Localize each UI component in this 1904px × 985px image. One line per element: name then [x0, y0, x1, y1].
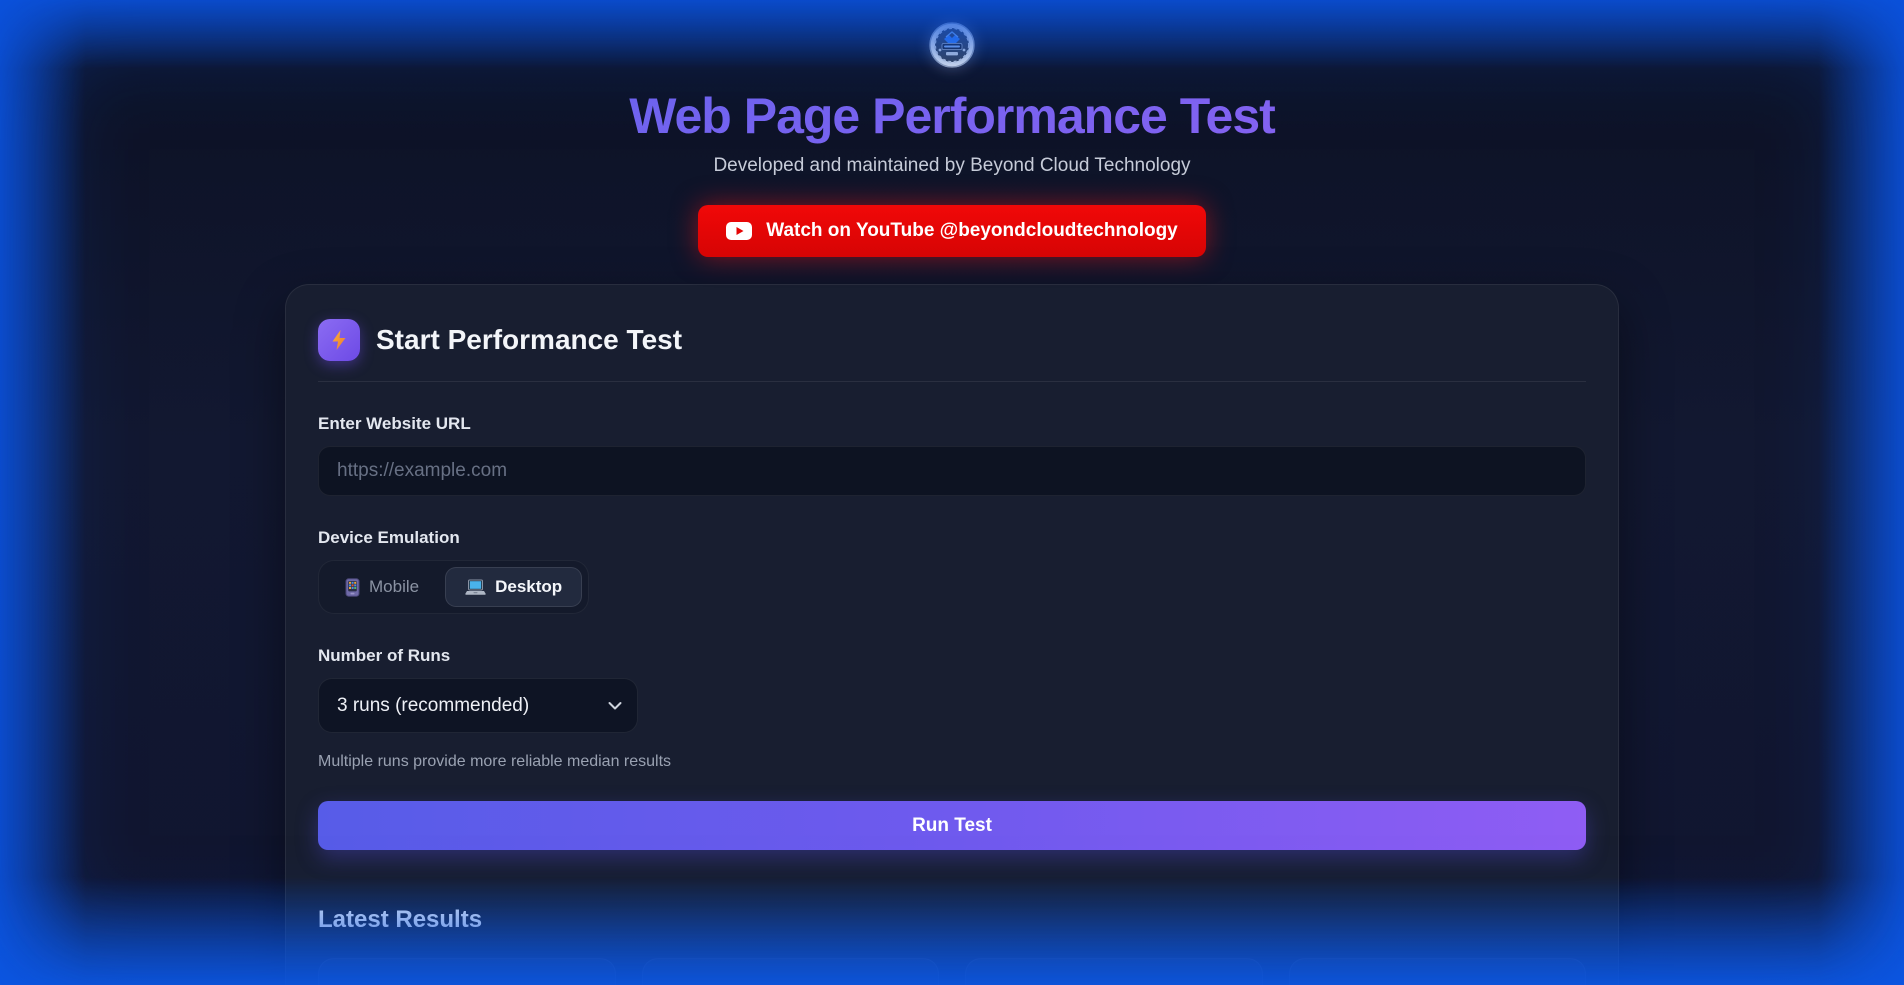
url-label: Enter Website URL — [318, 414, 1586, 434]
youtube-button[interactable]: Watch on YouTube @beyondcloudtechnology — [698, 205, 1206, 257]
metric-card: 2061 — [642, 958, 940, 985]
panel-header: Start Performance Test — [318, 319, 1586, 382]
runs-select-wrap: 3 runs (recommended) — [318, 678, 638, 733]
metric-card: 78 — [1289, 958, 1587, 985]
performance-test-panel: Start Performance Test Enter Website URL… — [285, 284, 1619, 985]
latest-results-heading: Latest Results — [318, 906, 1586, 934]
device-section: Device Emulation Mobile — [318, 528, 1586, 614]
runs-hint-text: Multiple runs provide more reliable medi… — [318, 753, 1586, 771]
youtube-button-row: Watch on YouTube @beyondcloudtechnology — [0, 205, 1904, 257]
url-section: Enter Website URL — [318, 414, 1586, 496]
panel-title: Start Performance Test — [376, 324, 682, 356]
device-option-desktop-label: Desktop — [495, 577, 562, 597]
site-header: Web Page Performance Test Developed and … — [0, 0, 1904, 177]
run-test-button[interactable]: Run Test — [318, 801, 1586, 850]
number-of-runs-label: Number of Runs — [318, 646, 1586, 666]
device-option-mobile[interactable]: Mobile — [325, 567, 439, 607]
metrics-grid: 84 2061 0.000 78 — [318, 958, 1586, 985]
beyond-cloud-logo-icon — [929, 22, 975, 68]
device-toggle-group: Mobile Desktop — [318, 560, 589, 614]
page-subtitle: Developed and maintained by Beyond Cloud… — [0, 155, 1904, 177]
metric-card: 84 — [318, 958, 616, 985]
website-url-input[interactable] — [318, 446, 1586, 496]
runs-select[interactable]: 3 runs (recommended) — [318, 678, 638, 733]
page-title: Web Page Performance Test — [0, 87, 1904, 145]
youtube-button-label: Watch on YouTube @beyondcloudtechnology — [766, 220, 1178, 242]
device-option-mobile-label: Mobile — [369, 577, 419, 597]
youtube-play-icon — [726, 222, 752, 240]
page-content: Web Page Performance Test Developed and … — [0, 0, 1904, 985]
laptop-icon — [465, 579, 486, 596]
runs-section: Number of Runs 3 runs (recommended) Mult… — [318, 646, 1586, 771]
mobile-phone-icon — [345, 578, 360, 597]
lightning-icon-badge — [318, 319, 360, 361]
lightning-bolt-icon — [329, 329, 349, 351]
device-option-desktop[interactable]: Desktop — [445, 567, 582, 607]
device-emulation-label: Device Emulation — [318, 528, 1586, 548]
metric-card: 0.000 — [965, 958, 1263, 985]
